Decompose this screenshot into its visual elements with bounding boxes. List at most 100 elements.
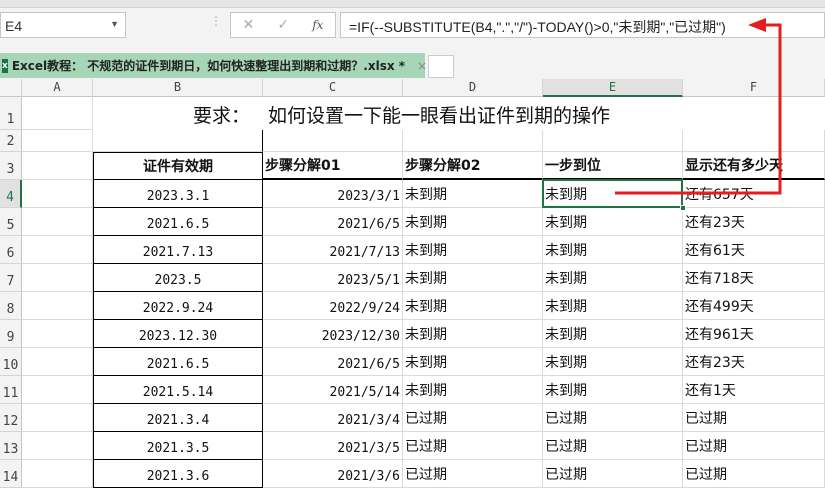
cell[interactable] <box>22 432 93 460</box>
data-cell[interactable]: 还有23天 <box>683 208 825 236</box>
cell[interactable] <box>22 320 93 348</box>
row-header-7[interactable]: 7 <box>0 264 22 292</box>
data-cell[interactable]: 未到期 <box>543 208 683 236</box>
row-header-13[interactable]: 13 <box>0 432 22 460</box>
enter-icon[interactable]: ✓ <box>277 17 289 33</box>
data-cell[interactable]: 未到期 <box>543 180 683 208</box>
cell[interactable] <box>22 236 93 264</box>
data-cell[interactable]: 未到期 <box>403 208 543 236</box>
data-cell[interactable]: 未到期 <box>403 348 543 376</box>
data-cell[interactable]: 未到期 <box>543 348 683 376</box>
data-cell[interactable]: 还有961天 <box>683 320 825 348</box>
data-cell[interactable]: 还有499天 <box>683 292 825 320</box>
data-cell[interactable]: 2021/3/4 <box>263 404 403 432</box>
row-header-1[interactable]: 1 <box>0 97 22 130</box>
cell[interactable] <box>22 292 93 320</box>
data-cell[interactable]: 2021/7/13 <box>263 236 403 264</box>
cell[interactable] <box>263 130 403 152</box>
row-header-4[interactable]: 4 <box>0 180 22 208</box>
drag-handle-icon[interactable]: ⋮ <box>210 14 222 28</box>
insert-function-icon[interactable]: fx <box>312 18 323 32</box>
name-box[interactable]: E4 ▼ <box>0 12 126 38</box>
cell[interactable] <box>22 404 93 432</box>
cell[interactable] <box>93 130 263 152</box>
header-cell[interactable]: 显示还有多少天 <box>683 152 825 180</box>
spreadsheet-grid[interactable]: A B C D E F 1 2 3 4 5 6 7 8 9 10 11 12 13 14 证件有效期 步骤分解01 步骤分解… <box>0 79 825 488</box>
cell[interactable] <box>543 130 683 152</box>
column-header-f[interactable]: F <box>683 79 825 97</box>
cell[interactable] <box>22 130 93 152</box>
formula-input[interactable]: =IF(--SUBSTITUTE(B4,".","/")-TODAY()>0,"… <box>340 12 825 38</box>
data-cell[interactable]: 2021.3.5 <box>93 432 263 460</box>
cell[interactable] <box>22 376 93 404</box>
data-cell[interactable]: 还有61天 <box>683 236 825 264</box>
data-cell[interactable]: 未到期 <box>403 180 543 208</box>
data-cell[interactable]: 2022.9.24 <box>93 292 263 320</box>
data-cell[interactable]: 2021.6.5 <box>93 208 263 236</box>
data-cell[interactable]: 未到期 <box>403 376 543 404</box>
header-cell[interactable]: 证件有效期 <box>93 152 263 180</box>
data-cell[interactable]: 未到期 <box>543 264 683 292</box>
column-header-c[interactable]: C <box>263 79 403 97</box>
data-cell[interactable]: 2021.5.14 <box>93 376 263 404</box>
row-header-11[interactable]: 11 <box>0 376 22 404</box>
close-icon[interactable]: × <box>417 59 427 73</box>
data-cell[interactable]: 2021/3/5 <box>263 432 403 460</box>
data-cell[interactable]: 已过期 <box>683 432 825 460</box>
cell[interactable] <box>22 208 93 236</box>
data-cell[interactable]: 2023.5 <box>93 264 263 292</box>
data-cell[interactable]: 2021/6/5 <box>263 208 403 236</box>
data-cell[interactable]: 已过期 <box>543 404 683 432</box>
data-cell[interactable]: 已过期 <box>403 404 543 432</box>
data-cell[interactable]: 未到期 <box>543 292 683 320</box>
data-cell[interactable]: 未到期 <box>403 264 543 292</box>
data-cell[interactable]: 未到期 <box>543 376 683 404</box>
cancel-icon[interactable]: ✕ <box>243 17 255 33</box>
cell[interactable] <box>22 264 93 292</box>
select-all-corner[interactable] <box>0 79 22 97</box>
cell[interactable] <box>22 97 93 130</box>
fill-handle[interactable] <box>680 205 686 211</box>
header-cell[interactable]: 一步到位 <box>543 152 683 180</box>
cell[interactable] <box>22 152 93 180</box>
data-cell[interactable]: 2023/3/1 <box>263 180 403 208</box>
data-cell[interactable]: 2021.7.13 <box>93 236 263 264</box>
data-cell[interactable]: 已过期 <box>683 404 825 432</box>
data-cell[interactable]: 未到期 <box>403 236 543 264</box>
row-header-12[interactable]: 12 <box>0 404 22 432</box>
row-header-6[interactable]: 6 <box>0 236 22 264</box>
data-cell[interactable]: 2021.6.5 <box>93 348 263 376</box>
cell[interactable] <box>22 460 93 488</box>
data-cell[interactable]: 2021.3.4 <box>93 404 263 432</box>
row-header-5[interactable]: 5 <box>0 208 22 236</box>
cell[interactable] <box>683 130 825 152</box>
data-cell[interactable]: 还有1天 <box>683 376 825 404</box>
data-cell[interactable]: 2021/6/5 <box>263 348 403 376</box>
data-cell[interactable]: 2021/3/6 <box>263 460 403 488</box>
data-cell[interactable]: 未到期 <box>543 320 683 348</box>
cell[interactable] <box>22 180 93 208</box>
data-cell[interactable]: 未到期 <box>403 292 543 320</box>
cell[interactable] <box>22 348 93 376</box>
workbook-tab[interactable]: x Excel教程： 不规范的证件到期日，如何快速整理出到期和过期？.xlsx *… <box>0 53 427 78</box>
column-header-a[interactable]: A <box>22 79 93 97</box>
data-cell[interactable]: 已过期 <box>543 460 683 488</box>
header-cell[interactable]: 步骤分解01 <box>263 152 403 180</box>
chevron-down-icon[interactable]: ▼ <box>110 19 119 29</box>
data-cell[interactable]: 已过期 <box>543 432 683 460</box>
data-cell[interactable]: 2023.12.30 <box>93 320 263 348</box>
data-cell[interactable]: 2023.3.1 <box>93 180 263 208</box>
column-header-e[interactable]: E <box>543 79 683 97</box>
cell[interactable] <box>403 130 543 152</box>
header-cell[interactable]: 步骤分解02 <box>403 152 543 180</box>
data-cell[interactable]: 2021/5/14 <box>263 376 403 404</box>
data-cell[interactable]: 已过期 <box>403 460 543 488</box>
data-cell[interactable]: 2021.3.6 <box>93 460 263 488</box>
column-header-d[interactable]: D <box>403 79 543 97</box>
row-header-3[interactable]: 3 <box>0 152 22 180</box>
row-header-10[interactable]: 10 <box>0 348 22 376</box>
data-cell[interactable]: 2022/9/24 <box>263 292 403 320</box>
row-header-9[interactable]: 9 <box>0 320 22 348</box>
data-cell[interactable]: 未到期 <box>543 236 683 264</box>
data-cell[interactable]: 还有718天 <box>683 264 825 292</box>
